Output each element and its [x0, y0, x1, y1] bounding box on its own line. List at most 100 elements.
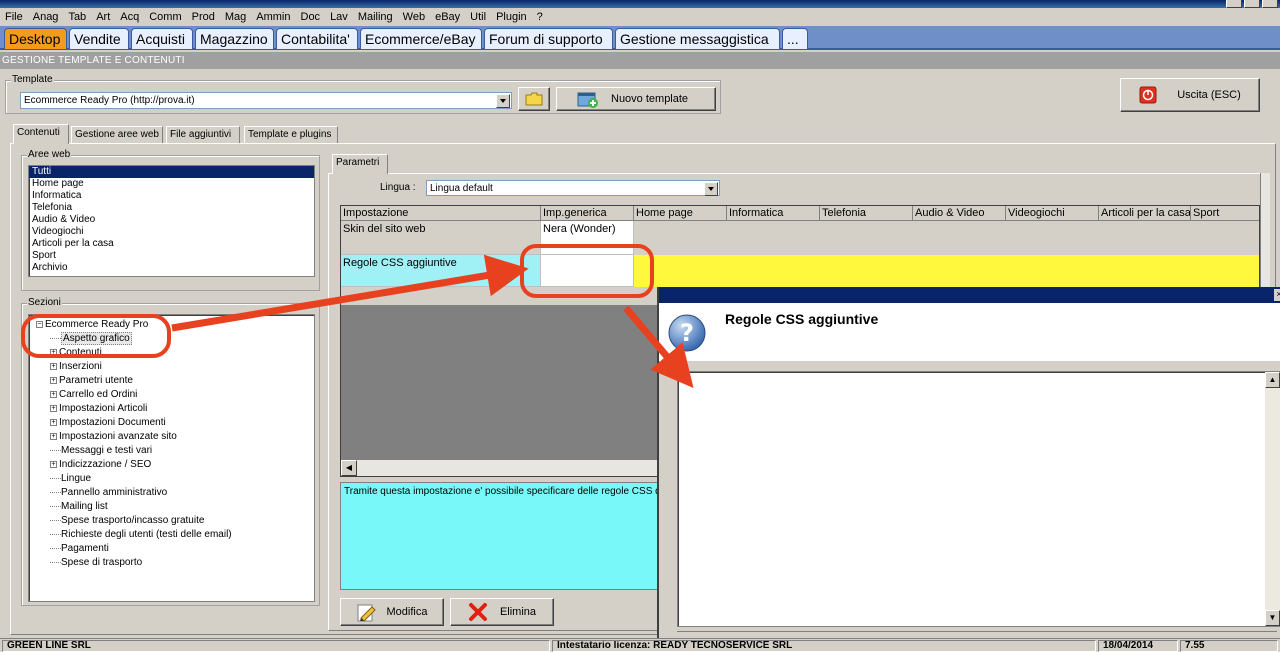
menu-item-art[interactable]: Art — [91, 8, 115, 25]
minimize-icon[interactable] — [1226, 0, 1242, 8]
open-folder-button[interactable] — [518, 87, 550, 111]
tree-item[interactable]: Lingue — [36, 472, 314, 486]
expand-icon[interactable]: + — [50, 418, 57, 426]
menu-item-tab[interactable]: Tab — [63, 8, 91, 25]
column-header[interactable]: Imp.generica — [541, 206, 634, 221]
expand-icon[interactable]: + — [50, 432, 57, 440]
tab-contabilita[interactable]: Contabilita' — [276, 28, 358, 49]
template-select[interactable]: Ecommerce Ready Pro (http://prova.it) — [20, 92, 512, 109]
tab-acquisti[interactable]: Acquisti — [131, 28, 193, 49]
close-icon[interactable]: × — [1274, 289, 1280, 301]
menu-item-web[interactable]: Web — [398, 8, 430, 25]
list-item[interactable]: Informatica — [29, 190, 314, 202]
list-item[interactable]: Sport — [29, 250, 314, 262]
list-item[interactable]: Home page — [29, 178, 314, 190]
table-row[interactable]: Regole CSS aggiuntive — [341, 255, 1259, 287]
column-header[interactable]: Informatica — [727, 206, 820, 221]
menu-item-util[interactable]: Util — [465, 8, 491, 25]
tab-ecommerce-ebay[interactable]: Ecommerce/eBay — [360, 28, 482, 49]
list-item[interactable]: Articoli per la casa — [29, 238, 314, 250]
menu-item-ebay[interactable]: eBay — [430, 8, 465, 25]
expand-icon[interactable]: + — [50, 348, 57, 356]
tree-item[interactable]: + Carrello ed Ordini — [36, 388, 314, 402]
column-header[interactable]: Impostazione — [341, 206, 541, 221]
expand-icon[interactable]: + — [50, 376, 57, 384]
scroll-left-icon[interactable]: ◀ — [341, 460, 357, 476]
tree-item[interactable]: Richieste degli utenti (testi delle emai… — [36, 528, 314, 542]
aree-web-list[interactable]: Tutti Home page Informatica Telefonia Audio … — [28, 165, 315, 277]
tab-forum-di-supporto[interactable]: Forum di supporto — [484, 28, 613, 49]
tree-item[interactable]: Messaggi e testi vari — [36, 444, 314, 458]
menu-item-ammin[interactable]: Ammin — [251, 8, 295, 25]
tab-gestione-aree-web[interactable]: Gestione aree web — [71, 126, 163, 144]
close-icon[interactable] — [1262, 0, 1278, 8]
css-rules-textarea[interactable] — [677, 371, 1280, 627]
maximize-icon[interactable] — [1244, 0, 1260, 8]
tab-gestione-messaggistica[interactable]: Gestione messaggistica — [615, 28, 780, 49]
menu-item-anag[interactable]: Anag — [28, 8, 64, 25]
scroll-down-icon[interactable]: ▼ — [1265, 610, 1280, 626]
tab-contenuti[interactable]: Contenuti — [13, 124, 69, 144]
vertical-scrollbar[interactable]: ▲ ▼ — [1265, 372, 1280, 626]
menu-item-file[interactable]: File — [0, 8, 28, 25]
chevron-down-icon[interactable] — [704, 182, 718, 196]
new-template-button[interactable]: Nuovo template — [556, 87, 716, 111]
tree-item[interactable]: + Inserzioni — [36, 360, 314, 374]
row-generic-value[interactable]: Nera (Wonder) — [541, 221, 634, 255]
menu-item-mailing[interactable]: Mailing — [353, 8, 398, 25]
column-header[interactable]: Audio & Video — [913, 206, 1006, 221]
tree-item[interactable]: + Indicizzazione / SEO — [36, 458, 314, 472]
tree-root[interactable]: − Ecommerce Ready Pro — [33, 318, 314, 332]
tab-desktop[interactable]: Desktop — [4, 28, 67, 49]
tree-item[interactable]: + Contenuti — [36, 346, 314, 360]
modifica-button[interactable]: Modifica — [340, 598, 444, 626]
lingua-select[interactable]: Lingua default — [426, 180, 720, 196]
menu-item-plugin[interactable]: Plugin — [491, 8, 532, 25]
menu-item-mag[interactable]: Mag — [220, 8, 251, 25]
column-header[interactable]: Articoli per la casa — [1099, 206, 1191, 221]
tree-item[interactable]: Pagamenti — [36, 542, 314, 556]
list-item[interactable]: Archivio — [29, 262, 314, 274]
vertical-scrollbar[interactable] — [1260, 173, 1270, 293]
menu-item-lav[interactable]: Lav — [325, 8, 353, 25]
tree-item[interactable]: Mailing list — [36, 500, 314, 514]
tree-item[interactable]: + Impostazioni Articoli — [36, 402, 314, 416]
tree-item[interactable]: + Impostazioni avanzate sito — [36, 430, 314, 444]
list-item[interactable]: Telefonia — [29, 202, 314, 214]
tree-item[interactable]: Spese trasporto/incasso gratuite — [36, 514, 314, 528]
list-item[interactable]: Tutti — [29, 166, 314, 178]
list-item[interactable]: Videogiochi — [29, 226, 314, 238]
tab-parametri[interactable]: Parametri — [332, 154, 388, 174]
menu-item-prod[interactable]: Prod — [187, 8, 220, 25]
row-generic-value[interactable] — [541, 255, 634, 287]
tab-template-plugins[interactable]: Template e plugins — [244, 126, 338, 144]
expand-icon[interactable]: + — [50, 390, 57, 398]
menu-item-doc[interactable]: Doc — [296, 8, 326, 25]
expand-icon[interactable]: + — [50, 460, 57, 468]
tree-item[interactable]: Aspetto grafico — [36, 332, 314, 346]
tab-magazzino[interactable]: Magazzino — [195, 28, 274, 49]
expand-icon[interactable]: + — [50, 362, 57, 370]
column-header[interactable]: Videogiochi — [1006, 206, 1099, 221]
sezioni-tree[interactable]: − Ecommerce Ready Pro Aspetto grafico + Con… — [28, 314, 315, 602]
menu-item-help[interactable]: ? — [532, 8, 548, 25]
scroll-up-icon[interactable]: ▲ — [1265, 372, 1280, 388]
tree-item[interactable]: + Parametri utente — [36, 374, 314, 388]
column-header[interactable]: Sport — [1191, 206, 1259, 221]
elimina-button[interactable]: Elimina — [450, 598, 554, 626]
column-header[interactable]: Home page — [634, 206, 727, 221]
menu-item-comm[interactable]: Comm — [144, 8, 186, 25]
menu-item-acq[interactable]: Acq — [115, 8, 144, 25]
tab-vendite[interactable]: Vendite — [69, 28, 129, 49]
tree-item[interactable]: Pannello amministrativo — [36, 486, 314, 500]
tree-item[interactable]: Spese di trasporto — [36, 556, 314, 570]
exit-button[interactable]: Uscita (ESC) — [1120, 78, 1260, 112]
list-item[interactable]: Audio & Video — [29, 214, 314, 226]
tab-file-aggiuntivi[interactable]: File aggiuntivi — [166, 126, 240, 144]
expand-icon[interactable]: + — [50, 404, 57, 412]
tree-item[interactable]: + Impostazioni Documenti — [36, 416, 314, 430]
column-header[interactable]: Telefonia — [820, 206, 913, 221]
table-row[interactable]: Skin del sito web Nera (Wonder) — [341, 221, 1259, 255]
tab-more[interactable]: ... — [782, 28, 808, 49]
chevron-down-icon[interactable] — [496, 94, 510, 108]
